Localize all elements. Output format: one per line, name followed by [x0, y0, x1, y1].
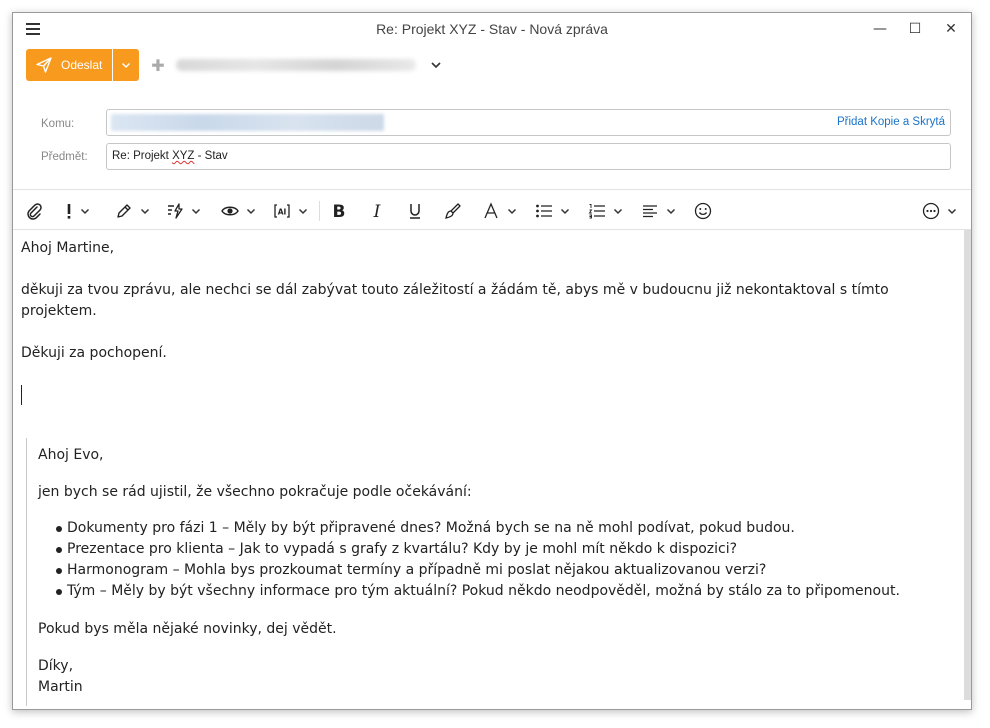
list-item: Tým – Měly by být všechny informace pro …	[27, 581, 900, 602]
numbered-list-button[interactable]	[588, 201, 623, 221]
maximize-button[interactable]: ☐	[900, 19, 930, 39]
chevron-down-icon	[246, 208, 256, 215]
svg-text:I: I	[373, 202, 381, 220]
eye-icon	[221, 206, 239, 216]
font-icon	[484, 202, 498, 219]
italic-icon: I	[373, 202, 381, 220]
exclamation-icon	[67, 204, 71, 219]
recipient-chip-redacted[interactable]	[111, 114, 384, 131]
quoted-greeting: Ahoj Evo,	[38, 447, 104, 463]
add-cc-bcc-link[interactable]: Přidat Kopie a Skrytá	[837, 116, 945, 128]
send-icon	[36, 57, 52, 73]
send-toolbar: Odeslat ✚	[26, 49, 956, 81]
list-item: Dokumenty pro fázi 1 – Měly by být připr…	[27, 518, 900, 539]
list-item: Harmonogram – Mohla bys prozkoumat termí…	[27, 560, 900, 581]
italic-button[interactable]: I	[368, 201, 386, 221]
brush-icon	[445, 203, 461, 219]
chevron-down-icon	[507, 208, 517, 215]
bold-icon: B	[333, 202, 346, 220]
chevron-down-icon	[560, 208, 570, 215]
account-icon: ✚	[151, 55, 165, 75]
quoted-message: Ahoj Evo, jen bych se rád ujistil, že vš…	[26, 438, 961, 706]
list-item: Prezentace pro klienta – Jak to vypadá s…	[27, 539, 900, 560]
bold-button[interactable]: B	[330, 201, 348, 221]
chevron-down-icon	[80, 208, 90, 215]
quoted-request: Pokud bys měla nějaké novinky, dej vědět…	[38, 621, 337, 637]
compose-window: Re: Projekt XYZ - Stav - Nová zpráva — ☐…	[12, 12, 972, 710]
from-account-selector[interactable]: ✚	[148, 55, 442, 75]
title-bar: Re: Projekt XYZ - Stav - Nová zpráva — ☐…	[13, 13, 971, 47]
text-cursor	[21, 385, 22, 405]
pen-icon	[117, 204, 131, 218]
font-color-button[interactable]	[482, 201, 517, 221]
subject-input[interactable]: Re: Projekt XYZ - Stav	[106, 143, 951, 170]
bullet	[56, 589, 62, 595]
attach-button[interactable]	[25, 201, 43, 221]
to-label: Komu:	[41, 118, 75, 130]
ai-icon: AI	[274, 204, 290, 218]
window-title: Re: Projekt XYZ - Stav - Nová zpráva	[376, 21, 608, 37]
format-painter-button[interactable]	[444, 201, 462, 221]
close-button[interactable]: ✕	[936, 19, 966, 39]
message-body-editor[interactable]: Ahoj Martine, děkuji za tvou zprávu, ale…	[13, 230, 965, 709]
view-button[interactable]	[221, 201, 256, 221]
bullet	[56, 568, 62, 574]
send-options-button[interactable]	[113, 49, 139, 81]
svg-text:B: B	[333, 202, 346, 220]
chevron-down-icon	[140, 208, 150, 215]
svg-text:AI: AI	[278, 208, 287, 217]
to-field[interactable]: Přidat Kopie a Skrytá	[106, 109, 951, 136]
emoji-button[interactable]	[694, 201, 712, 221]
paperclip-icon	[27, 203, 42, 220]
formatting-toolbar: AI B I	[13, 191, 971, 229]
subject-text: Re: Projekt XYZ - Stav	[112, 150, 228, 162]
bullet-list-icon	[536, 204, 552, 218]
subject-label: Předmět:	[41, 151, 88, 163]
quoted-list: Dokumenty pro fázi 1 – Měly by být připr…	[27, 518, 900, 602]
priority-button[interactable]	[65, 201, 90, 221]
reply-paragraph-line: děkuji za tvou zprávu, ale nechci se dál…	[21, 282, 889, 298]
underline-icon	[410, 204, 420, 219]
bullet	[56, 547, 62, 553]
toolbar-divider	[319, 201, 320, 221]
reply-closing: Děkuji za pochopení.	[21, 345, 167, 361]
minimize-button[interactable]: —	[865, 19, 895, 39]
send-button[interactable]: Odeslat	[26, 49, 112, 81]
lightning-text-icon	[168, 203, 183, 219]
reply-paragraph-line: projektem.	[21, 303, 97, 319]
from-account-redacted	[176, 59, 416, 71]
bullet	[56, 526, 62, 532]
quoted-intro: jen bych se rád ujistil, že všechno pokr…	[38, 484, 472, 500]
align-button[interactable]	[641, 201, 676, 221]
chevron-down-icon	[121, 62, 131, 69]
chevron-down-icon	[666, 208, 676, 215]
quick-text-button[interactable]	[166, 201, 201, 221]
divider	[13, 189, 971, 190]
send-label: Odeslat	[61, 58, 103, 72]
underline-button[interactable]	[406, 201, 424, 221]
signature-button[interactable]	[115, 201, 150, 221]
align-left-icon	[643, 205, 657, 218]
more-options-button[interactable]	[922, 201, 957, 221]
numbered-list-icon	[588, 204, 605, 219]
quoted-signoff: Díky,	[38, 658, 74, 674]
chevron-down-icon	[947, 208, 957, 215]
chevron-down-icon	[191, 208, 201, 215]
reply-greeting: Ahoj Martine,	[21, 240, 115, 256]
chevron-down-icon	[298, 208, 308, 215]
more-icon	[922, 202, 940, 220]
scrollbar[interactable]	[964, 230, 971, 700]
chevron-down-icon	[431, 62, 441, 69]
smiley-icon	[694, 202, 712, 220]
ai-assist-button[interactable]: AI	[273, 201, 308, 221]
quoted-signature: Martin	[38, 679, 83, 695]
chevron-down-icon	[613, 208, 623, 215]
bullet-list-button[interactable]	[535, 201, 570, 221]
